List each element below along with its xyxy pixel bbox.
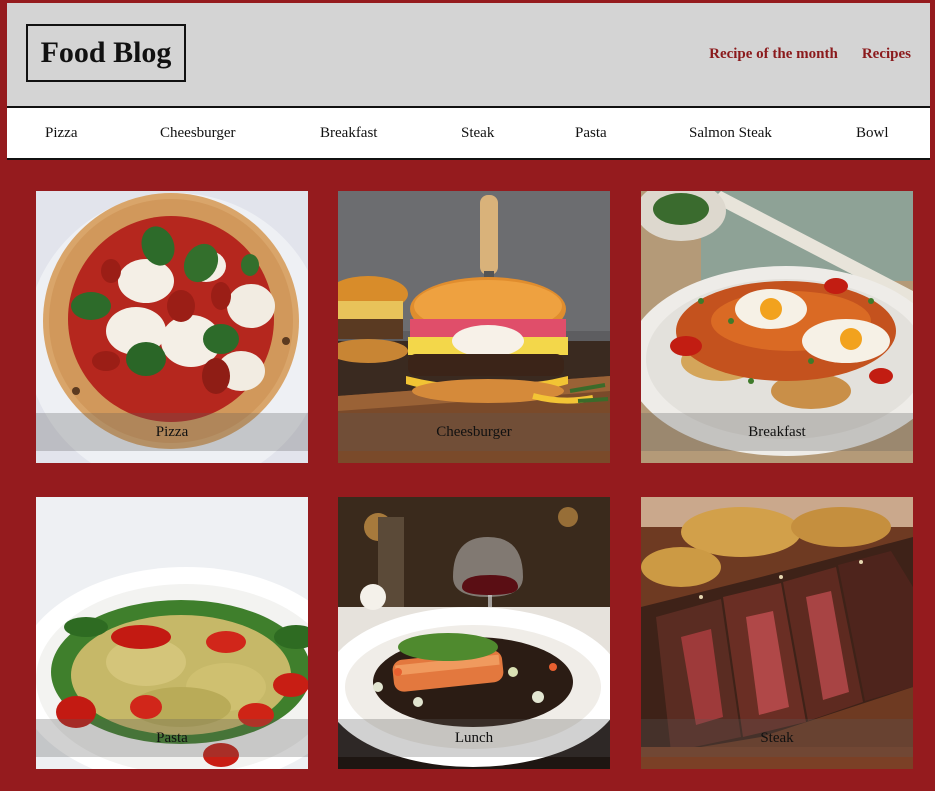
site-header: Food Blog Recipe of the month Recipes [7, 3, 930, 108]
food-card-lunch[interactable]: Lunch [338, 497, 610, 769]
menu-item-bowl[interactable]: Bowl [856, 125, 889, 142]
recipe-of-the-month-link[interactable]: Recipe of the month [709, 46, 838, 63]
card-caption: Lunch [338, 719, 610, 757]
card-caption: Breakfast [641, 413, 913, 451]
card-caption: Steak [641, 719, 913, 757]
menu-item-cheesburger[interactable]: Cheesburger [160, 125, 236, 142]
site-logo[interactable]: Food Blog [26, 24, 186, 82]
menu-item-pasta[interactable]: Pasta [575, 125, 607, 142]
food-card-steak[interactable]: Steak [641, 497, 913, 769]
header-nav: Recipe of the month Recipes [709, 46, 911, 63]
food-card-pizza[interactable]: Pizza [36, 191, 308, 463]
menu-item-salmon-steak[interactable]: Salmon Steak [689, 125, 772, 142]
menu-item-steak[interactable]: Steak [461, 125, 494, 142]
card-caption: Cheesburger [338, 413, 610, 451]
food-card-pasta[interactable]: Pasta [36, 497, 308, 769]
card-caption: Pizza [36, 413, 308, 451]
recipes-link[interactable]: Recipes [862, 46, 911, 63]
category-menu: Pizza Cheesburger Breakfast Steak Pasta … [7, 108, 930, 160]
food-card-breakfast[interactable]: Breakfast [641, 191, 913, 463]
menu-item-breakfast[interactable]: Breakfast [320, 125, 377, 142]
food-card-cheesburger[interactable]: Cheesburger [338, 191, 610, 463]
menu-item-pizza[interactable]: Pizza [45, 125, 77, 142]
card-caption: Pasta [36, 719, 308, 757]
